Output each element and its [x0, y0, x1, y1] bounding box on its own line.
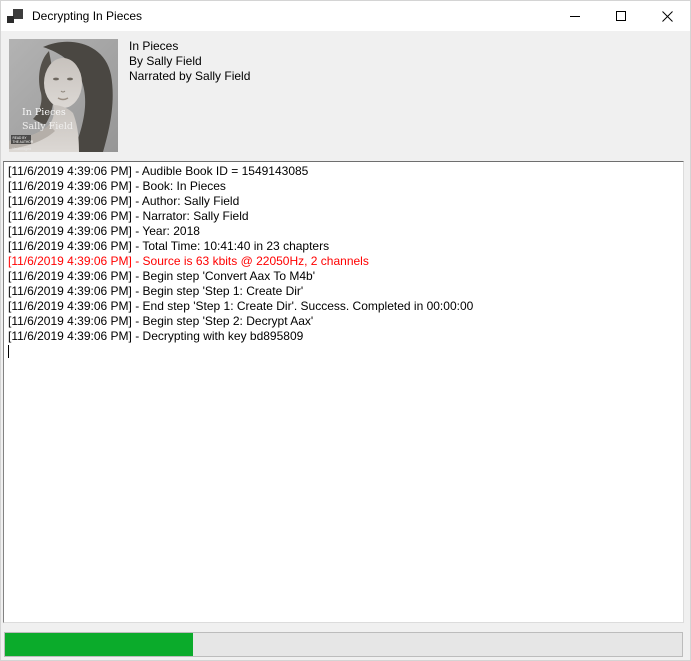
cover-unabridged-text: Unabridged — [13, 147, 32, 151]
cover-author-text: Sally Field — [22, 121, 73, 132]
decrypt-progress-bar — [4, 632, 683, 657]
log-line: [11/6/2019 4:39:06 PM] - Narrator: Sally… — [8, 209, 679, 224]
close-button[interactable] — [644, 1, 690, 31]
maximize-button[interactable] — [598, 1, 644, 31]
cover-title-text: In Pieces — [22, 107, 66, 118]
book-cover-image: In Pieces Sally Field READ BY THE AUTHOR… — [9, 39, 118, 152]
book-narrator-line: Narrated by Sally Field — [129, 69, 250, 84]
log-line: [11/6/2019 4:39:06 PM] - Begin step 'Con… — [8, 269, 679, 284]
progress-fill — [5, 633, 193, 656]
minimize-icon — [570, 16, 580, 17]
log-line: [11/6/2019 4:39:06 PM] - Begin step 'Ste… — [8, 314, 679, 329]
cover-readby-line2: THE AUTHOR — [13, 140, 34, 144]
log-line: [11/6/2019 4:39:06 PM] - Author: Sally F… — [8, 194, 679, 209]
app-icon — [7, 8, 23, 24]
close-icon — [662, 11, 673, 22]
title-bar[interactable]: Decrypting In Pieces — [1, 1, 690, 31]
window-title: Decrypting In Pieces — [32, 9, 142, 23]
maximize-icon — [616, 11, 626, 21]
log-line: [11/6/2019 4:39:06 PM] - Book: In Pieces — [8, 179, 679, 194]
log-line: [11/6/2019 4:39:06 PM] - Year: 2018 — [8, 224, 679, 239]
log-line: [11/6/2019 4:39:06 PM] - Total Time: 10:… — [8, 239, 679, 254]
log-line: [11/6/2019 4:39:06 PM] - Decrypting with… — [8, 329, 679, 344]
log-line: [11/6/2019 4:39:06 PM] - End step 'Step … — [8, 299, 679, 314]
book-info-block: In Pieces By Sally Field Narrated by Sal… — [129, 39, 250, 84]
log-textbox[interactable]: [11/6/2019 4:39:06 PM] - Audible Book ID… — [3, 161, 684, 623]
book-title: In Pieces — [129, 39, 250, 54]
log-line: [11/6/2019 4:39:06 PM] - Audible Book ID… — [8, 164, 679, 179]
log-line: [11/6/2019 4:39:06 PM] - Begin step 'Ste… — [8, 284, 679, 299]
text-caret — [8, 345, 9, 358]
minimize-button[interactable] — [552, 1, 598, 31]
book-author-line: By Sally Field — [129, 54, 250, 69]
log-line: [11/6/2019 4:39:06 PM] - Source is 63 kb… — [8, 254, 679, 269]
caret-line — [8, 344, 679, 359]
